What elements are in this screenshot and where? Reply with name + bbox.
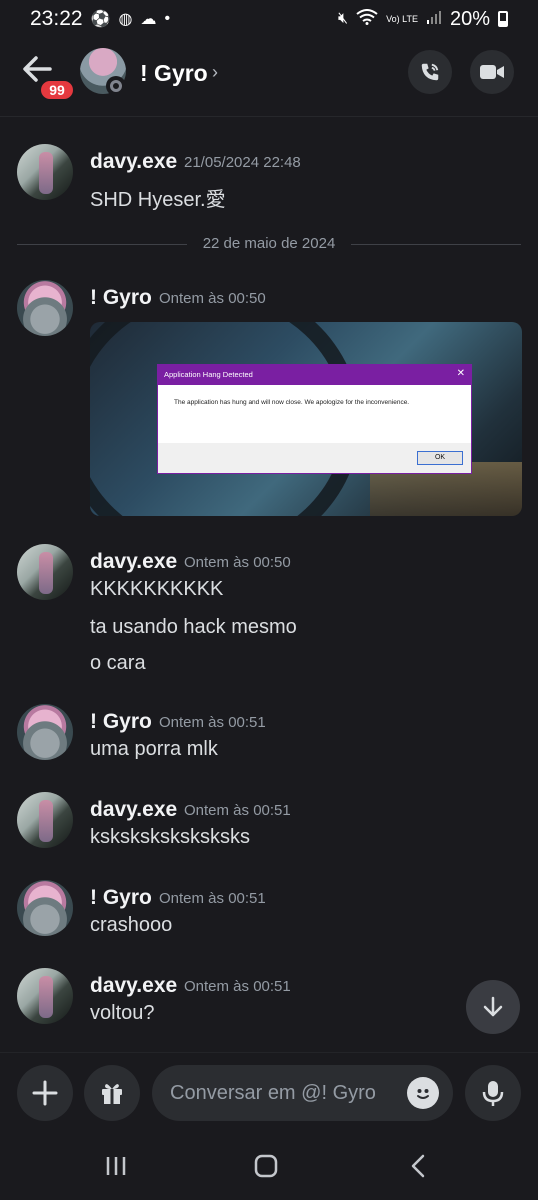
home-icon xyxy=(254,1154,278,1178)
message-author[interactable]: ! Gyro xyxy=(90,286,152,310)
chevron-right-icon[interactable]: › xyxy=(212,62,218,83)
avatar[interactable] xyxy=(17,792,73,848)
home-button[interactable] xyxy=(246,1150,286,1182)
error-dialog: Application Hang Detected ✕ The applicat… xyxy=(157,364,472,474)
message-timestamp: Ontem às 00:51 xyxy=(184,978,291,995)
add-attachment-button[interactable] xyxy=(17,1065,73,1121)
message-timestamp: Ontem às 00:51 xyxy=(184,802,291,819)
signal-icon xyxy=(426,9,442,30)
network-type-label: Vo) LTE xyxy=(386,14,418,24)
dialog-footer: OK xyxy=(158,443,471,473)
message-author[interactable]: davy.exe xyxy=(90,798,177,822)
recent-apps-icon xyxy=(106,1157,126,1175)
message-timestamp: 21/05/2024 22:48 xyxy=(184,154,301,171)
wifi-icon xyxy=(356,8,378,30)
image-attachment[interactable]: Application Hang Detected ✕ The applicat… xyxy=(90,322,522,516)
message-author[interactable]: ! Gyro xyxy=(90,886,152,910)
message-text: o cara xyxy=(90,652,146,674)
arrow-down-icon xyxy=(483,996,503,1017)
avatar[interactable] xyxy=(17,544,73,600)
close-icon: ✕ xyxy=(456,368,465,379)
status-time: 23:22 xyxy=(30,7,83,30)
message-text: voltou? xyxy=(90,1002,155,1024)
status-bar: 23:22 ⚽ ◍ ☁ • 🔇︎ Vo) LTE 20% xyxy=(0,0,538,38)
message-text: KKKKKKKKKK xyxy=(90,578,224,600)
message-text: uma porra mlk xyxy=(90,738,218,760)
plus-icon xyxy=(32,1080,58,1106)
recent-apps-button[interactable] xyxy=(96,1150,136,1182)
dialog-ok-button: OK xyxy=(417,451,463,465)
dialog-message: The application has hung and will now cl… xyxy=(174,399,410,406)
system-nav-bar xyxy=(0,1132,538,1200)
more-notifications-dot-icon: • xyxy=(164,10,171,27)
message-author[interactable]: davy.exe xyxy=(90,974,177,998)
gift-button[interactable] xyxy=(84,1065,140,1121)
avatar[interactable] xyxy=(17,968,73,1024)
voice-call-button[interactable] xyxy=(408,50,452,94)
message-timestamp: Ontem às 00:50 xyxy=(184,554,291,571)
message-text: ksksksksksksksks xyxy=(90,826,250,848)
chat-header: 99 ! Gyro › xyxy=(0,40,538,110)
battery-icon xyxy=(498,11,508,27)
avatar[interactable] xyxy=(17,144,73,200)
voice-message-button[interactable] xyxy=(465,1065,521,1121)
message-timestamp: Ontem às 00:51 xyxy=(159,714,266,731)
avatar[interactable] xyxy=(17,880,73,936)
offline-status-icon xyxy=(106,76,126,96)
separator-line xyxy=(351,244,521,245)
status-left: 23:22 ⚽ ◍ ☁ • xyxy=(30,7,170,31)
message-author[interactable]: davy.exe xyxy=(90,150,177,174)
unread-badge: 99 xyxy=(38,78,76,102)
dialog-title: Application Hang Detected ✕ xyxy=(158,365,471,385)
chevron-left-icon xyxy=(411,1154,425,1178)
status-right: 🔇︎ Vo) LTE 20% xyxy=(338,8,508,31)
scroll-to-bottom-button[interactable] xyxy=(466,980,520,1034)
message-text: ta usando hack mesmo xyxy=(90,616,297,638)
message-author[interactable]: ! Gyro xyxy=(90,710,152,734)
message-timestamp: Ontem às 00:50 xyxy=(159,290,266,307)
avatar[interactable] xyxy=(17,704,73,760)
message-author[interactable]: davy.exe xyxy=(90,550,177,574)
cloud-icon: ☁ xyxy=(140,11,157,28)
soccer-ball-icon: ⚽ xyxy=(90,11,111,28)
system-back-button[interactable] xyxy=(398,1150,438,1182)
message-text: SHD Hyeser.愛 xyxy=(90,189,226,211)
header-divider xyxy=(0,116,538,117)
message-timestamp: Ontem às 00:51 xyxy=(159,890,266,907)
gift-icon xyxy=(102,1084,122,1104)
emoji-icon xyxy=(417,1089,429,1099)
mute-icon: 🔇︎ xyxy=(338,10,349,27)
app-notification-icon: ◍ xyxy=(118,11,133,28)
dialog-title-text: Application Hang Detected xyxy=(164,370,253,379)
phone-icon xyxy=(421,63,439,81)
emoji-button[interactable] xyxy=(407,1077,439,1109)
channel-title[interactable]: ! Gyro xyxy=(140,60,208,87)
message-text: crashooo xyxy=(90,914,173,936)
day-separator: 22 de maio de 2024 xyxy=(17,234,521,254)
battery-percent: 20% xyxy=(449,7,490,30)
video-camera-icon xyxy=(480,65,504,79)
microphone-icon xyxy=(482,1081,504,1106)
video-call-button[interactable] xyxy=(470,50,514,94)
avatar[interactable] xyxy=(17,280,73,336)
